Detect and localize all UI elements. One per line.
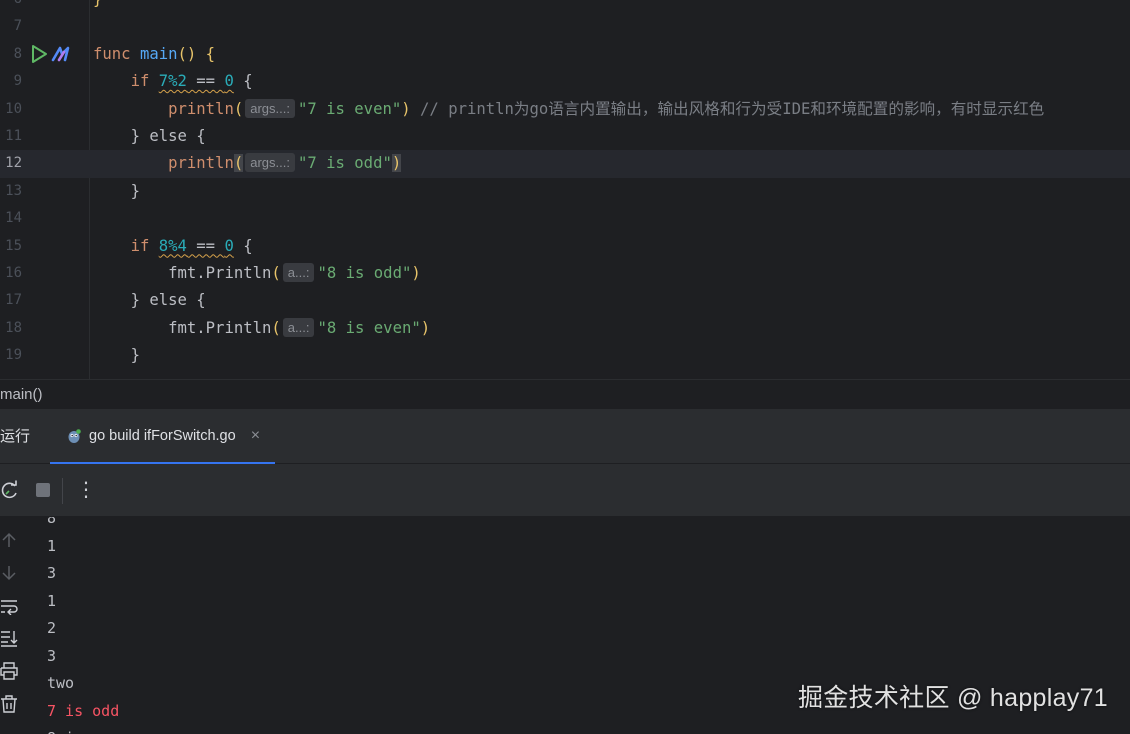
tool-window-title: 运行 <box>0 428 31 445</box>
line-number: 6 <box>0 0 22 13</box>
code-text: } <box>130 181 140 200</box>
code-line-10: 10 println(args...: "7 is even") // print… <box>0 96 1130 123</box>
line-number: 15 <box>5 237 22 254</box>
line-number: 19 <box>5 347 22 364</box>
line-number: 18 <box>5 319 22 336</box>
code-line-11: 11 } else { <box>0 123 1130 150</box>
code-line-9: 9 if 7%2 == 0 { <box>0 68 1130 95</box>
print-icon[interactable] <box>0 662 18 680</box>
line-number: 16 <box>5 265 22 281</box>
trash-icon[interactable] <box>0 695 18 713</box>
code-text: println(args...: "7 is odd") <box>168 153 402 173</box>
close-icon[interactable]: × <box>251 427 260 445</box>
code-text: } <box>130 346 140 365</box>
line-number: 14 <box>5 210 22 227</box>
line-number: 13 <box>5 182 22 199</box>
run-toolbar: ⋮ <box>0 464 1130 517</box>
line-number: 17 <box>5 292 22 309</box>
line-number: 7 <box>13 18 22 35</box>
line-number: 10 <box>5 100 22 117</box>
code-text: if 7%2 == 0 { <box>130 72 253 91</box>
code-editor[interactable]: 6 } 7 8 func main() { 9 if 7%2 == 0 { 10… <box>0 0 1130 379</box>
go-run-config-icon <box>68 429 81 443</box>
code-line-6: 6 } <box>0 0 1130 13</box>
run-tool-header: 运行 go build ifForSwitch.go × <box>0 409 1130 464</box>
rerun-icon[interactable] <box>0 480 20 500</box>
line-number: 8 <box>13 45 22 62</box>
line-number: 12 <box>5 155 22 172</box>
code-text: fmt.Println(a...: "8 is even") <box>168 317 431 337</box>
code-line-8: 8 func main() { <box>0 41 1130 68</box>
breadcrumb[interactable]: main() <box>0 379 1130 410</box>
param-hint: a...: <box>282 263 315 282</box>
code-line-17: 17 } else { <box>0 287 1130 314</box>
param-hint: args...: <box>245 153 295 173</box>
watermark: 掘金技术社区 @ happlay71 <box>797 684 1108 712</box>
code-text: } <box>93 0 102 13</box>
console-line: 8 is <box>47 725 119 734</box>
param-hint: a...: <box>282 317 315 337</box>
more-options-icon[interactable]: ⋮ <box>76 477 96 501</box>
code-line-16: 16 fmt.Println(a...: "8 is odd") <box>0 260 1130 287</box>
arrow-up-icon[interactable] <box>0 531 18 549</box>
code-text: } else { <box>130 127 206 145</box>
console-line: 3 <box>47 564 57 582</box>
line-number: 9 <box>13 73 22 90</box>
console-line: 2 <box>47 619 57 637</box>
code-line-12: 12 println(args...: "7 is odd") <box>0 150 1130 178</box>
soft-wrap-icon[interactable] <box>0 597 18 615</box>
code-text: } else { <box>130 291 206 310</box>
code-text: if 8%4 == 0 { <box>130 236 253 255</box>
line-number: 11 <box>5 128 22 144</box>
console-line: 1 <box>47 591 57 610</box>
code-text: println(args...: "7 is even") // println为… <box>168 98 1045 118</box>
console-line: two <box>47 674 75 692</box>
console-lines: 8 1 3 1 2 3 two 7 is odd 8 is <box>47 517 119 734</box>
tab-go-build[interactable]: go build ifForSwitch.go × <box>50 409 275 463</box>
code-text: fmt.Println(a...: "8 is odd") <box>168 263 421 282</box>
toolbar-separator <box>62 478 63 504</box>
console-line: 3 <box>47 646 57 665</box>
code-line-13: 13 } <box>0 178 1130 205</box>
scroll-to-end-icon[interactable] <box>0 629 18 647</box>
console-line-stderr: 7 is odd <box>47 701 120 720</box>
console-line: 8 <box>47 517 57 527</box>
code-line-15: 15 if 8%4 == 0 { <box>0 233 1130 260</box>
code-line-18: 18 fmt.Println(a...: "8 is even") <box>0 315 1130 342</box>
tab-label: go build ifForSwitch.go <box>89 428 236 444</box>
param-hint: args...: <box>245 98 295 118</box>
stop-icon[interactable] <box>33 480 53 500</box>
ide-window: 6 } 7 8 func main() { 9 if 7%2 == 0 { 10… <box>0 0 1130 734</box>
code-line-19: 19 } <box>0 342 1130 369</box>
code-line-14: 14 <box>0 205 1130 232</box>
console-side-toolbar <box>0 517 30 734</box>
console-line: 1 <box>47 536 57 555</box>
code-line-7: 7 <box>0 13 1130 40</box>
breadcrumb-item-main[interactable]: main() <box>0 386 43 403</box>
code-text: func main() { <box>93 44 216 63</box>
arrow-down-icon[interactable] <box>0 564 18 582</box>
